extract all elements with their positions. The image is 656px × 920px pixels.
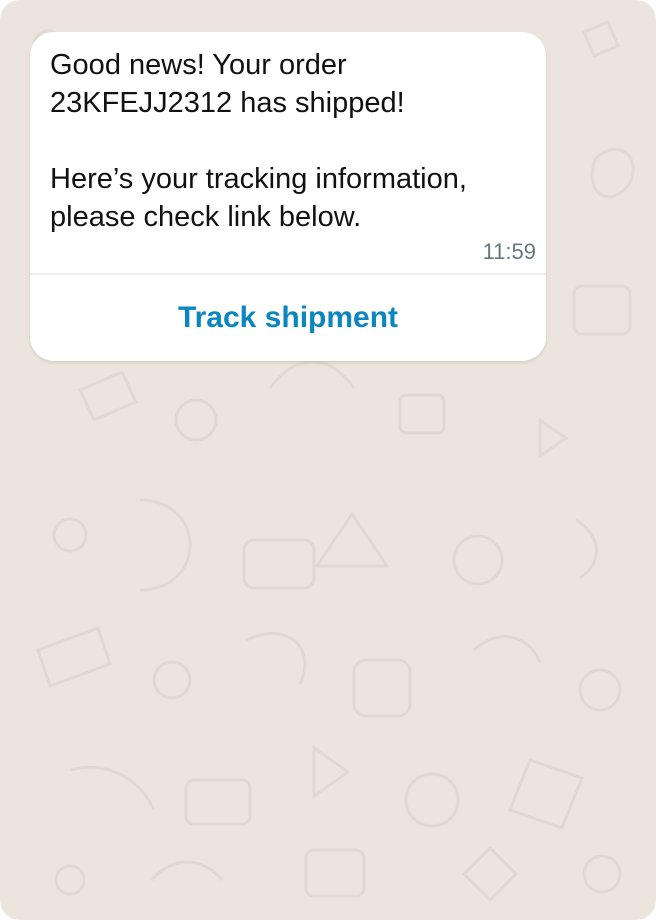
track-shipment-button[interactable]: Track shipment [30, 275, 546, 361]
message-timestamp: 11:59 [482, 239, 536, 264]
message-card: Good news! Your order 23KFEJJ2312 has sh… [30, 32, 546, 361]
chat-background: Good news! Your order 23KFEJJ2312 has sh… [0, 0, 656, 920]
message-text: Good news! Your order 23KFEJJ2312 has sh… [50, 49, 467, 233]
message-body: Good news! Your order 23KFEJJ2312 has sh… [30, 32, 546, 273]
